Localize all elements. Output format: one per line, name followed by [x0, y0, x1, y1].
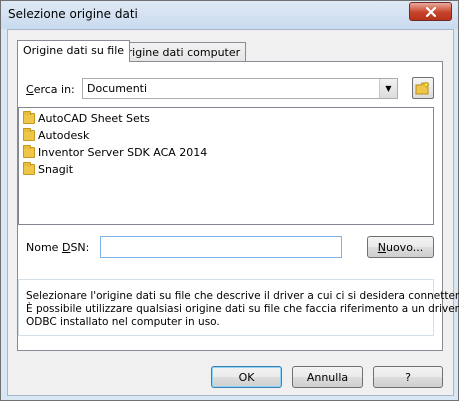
tab-label: Origine dati computer	[119, 46, 241, 59]
new-button-label: Nuovo...	[377, 240, 424, 254]
close-icon	[425, 6, 436, 17]
folder-icon	[23, 144, 35, 158]
tab-file-data-source[interactable]: Origine dati su file	[17, 40, 131, 62]
file-name: Inventor Server SDK ACA 2014	[38, 145, 208, 159]
description-line: Selezionare l'origine dati su file che d…	[26, 290, 459, 302]
close-button[interactable]	[409, 2, 452, 21]
list-item[interactable]: Autodesk	[23, 127, 89, 143]
title-bar[interactable]: Selezione origine dati	[1, 1, 458, 29]
dialog-client: Origine dati su file Origine dati comput…	[7, 29, 459, 396]
dsn-label: Nome DSN:	[26, 241, 90, 254]
tab-computer-data-source[interactable]: Origine dati computer	[113, 42, 247, 61]
tab-label: Origine dati su file	[23, 44, 125, 57]
folder-icon	[23, 161, 35, 175]
new-folder-button[interactable]	[412, 77, 434, 99]
cancel-button[interactable]: Annulla	[292, 366, 363, 388]
file-name: AutoCAD Sheet Sets	[38, 111, 150, 125]
description-line: È possibile utilizzare qualsiasi origine…	[26, 303, 459, 315]
help-button-label: ?	[405, 370, 411, 384]
file-name: Autodesk	[38, 128, 90, 142]
folder-icon	[23, 110, 35, 124]
file-list[interactable]: AutoCAD Sheet Sets Autodesk Inventor Ser…	[18, 107, 434, 225]
dialog-window: Selezione origine dati Origine dati su f…	[0, 0, 459, 401]
ok-button-label: OK	[238, 370, 255, 384]
list-item[interactable]: Inventor Server SDK ACA 2014	[23, 144, 207, 160]
ok-button[interactable]: OK	[211, 366, 282, 388]
dsn-name-input[interactable]	[100, 236, 342, 258]
description-box: Selezionare l'origine dati su file che d…	[18, 279, 459, 336]
chevron-down-icon[interactable]: ▼	[379, 79, 397, 98]
file-name: Snagit	[38, 162, 74, 176]
new-button[interactable]: Nuovo...	[367, 236, 434, 258]
list-item[interactable]: AutoCAD Sheet Sets	[23, 110, 150, 126]
help-button[interactable]: ?	[373, 366, 443, 388]
new-folder-icon	[415, 81, 430, 95]
list-item[interactable]: Snagit	[23, 161, 73, 177]
window-title: Selezione origine dati	[8, 7, 138, 21]
description-line: ODBC installato nel computer in uso.	[26, 316, 220, 328]
folder-icon	[23, 127, 35, 141]
cancel-button-label: Annulla	[306, 370, 349, 384]
lookin-label: Cerca in:	[26, 83, 75, 96]
lookin-dropdown[interactable]: Documenti ▼	[82, 78, 398, 99]
lookin-value: Documenti	[87, 82, 148, 95]
